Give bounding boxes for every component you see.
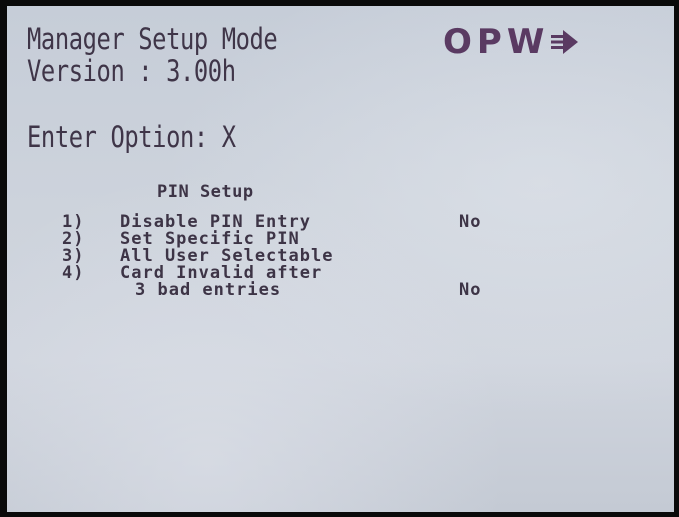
version-label: Version : 3.00h	[27, 54, 236, 88]
logo-text: OPW	[443, 22, 550, 62]
option-value: No	[459, 212, 482, 232]
option-value: No	[459, 280, 482, 300]
lcd-screen: Manager Setup Mode Version : 3.00h OPW E…	[7, 6, 674, 512]
option-number: 4)	[62, 263, 85, 283]
opw-logo: OPW	[443, 22, 579, 62]
arrow-right-icon	[551, 30, 579, 54]
display-bezel: Manager Setup Mode Version : 3.00h OPW E…	[0, 0, 679, 517]
menu-title: PIN Setup	[157, 182, 254, 202]
option-sublabel: 3 bad entries	[135, 280, 282, 300]
setup-mode-title: Manager Setup Mode	[27, 22, 278, 56]
enter-option-prompt[interactable]: Enter Option: X	[27, 122, 236, 152]
